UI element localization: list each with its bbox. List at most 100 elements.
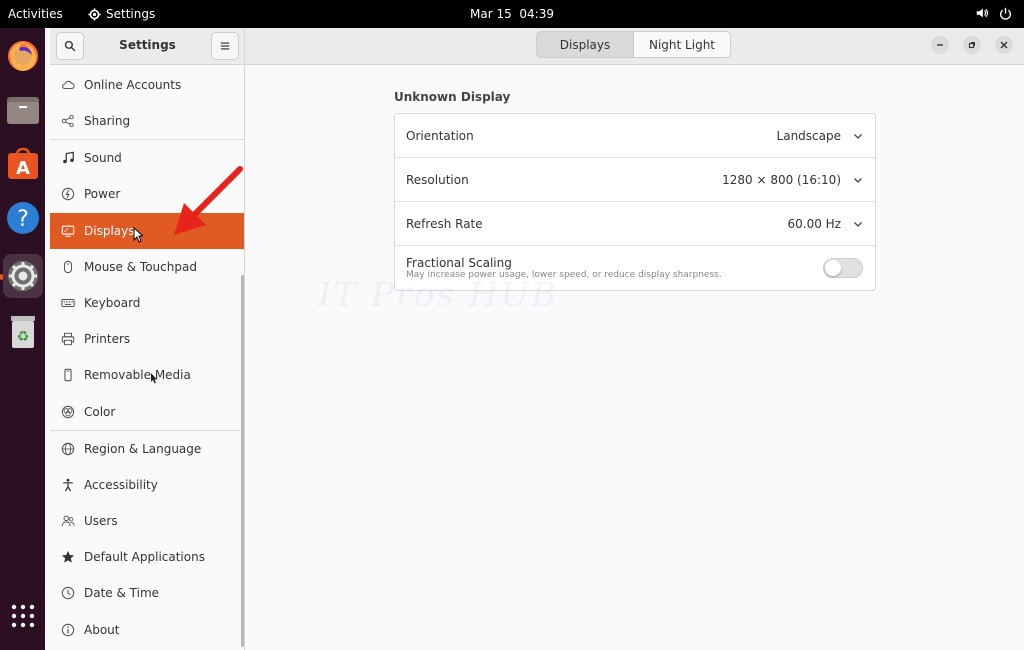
app-center-icon: A <box>8 147 38 179</box>
music-note-icon <box>60 150 76 166</box>
restore-icon <box>968 42 975 49</box>
display-icon <box>60 223 76 239</box>
volume-icon[interactable] <box>975 6 989 20</box>
accessibility-icon <box>60 477 76 493</box>
resolution-label: Resolution <box>406 173 469 187</box>
fractional-scaling-label: Fractional Scaling <box>406 256 512 270</box>
tab-night-light[interactable]: Night Light <box>634 31 731 58</box>
settings-icon <box>8 261 38 291</box>
sidebar-item-label: Users <box>84 514 118 528</box>
sidebar-scrollbar[interactable] <box>241 275 244 647</box>
hamburger-menu-icon <box>220 42 230 50</box>
displays-panel: Unknown Display Orientation Landscape Re… <box>245 65 1024 650</box>
system-tray[interactable] <box>975 6 1012 20</box>
sidebar-item-about[interactable]: About <box>50 612 244 648</box>
settings-sidebar: Online Accounts Sharing Sound Power Disp… <box>50 65 245 650</box>
sidebar-item-region-language[interactable]: Region & Language <box>50 431 244 467</box>
svg-text:♻: ♻ <box>17 329 30 345</box>
dock-files[interactable] <box>3 88 43 132</box>
help-icon: ? <box>7 202 39 234</box>
display-name: Unknown Display <box>394 90 511 104</box>
orientation-row[interactable]: Orientation Landscape <box>395 114 875 158</box>
fractional-scaling-toggle[interactable] <box>823 258 863 278</box>
sidebar-item-keyboard[interactable]: Keyboard <box>50 285 244 321</box>
resolution-value: 1280 × 800 (16:10) <box>722 173 841 187</box>
sidebar-item-label: Online Accounts <box>84 78 182 92</box>
view-switcher: Displays Night Light <box>536 31 731 58</box>
sidebar-item-sharing[interactable]: Sharing <box>50 103 244 139</box>
sidebar-item-label: Accessibility <box>84 478 158 492</box>
dock-help[interactable]: ? <box>3 196 43 240</box>
toggle-knob <box>825 260 841 276</box>
watermark: IT Pros HUB <box>318 275 559 315</box>
sidebar-item-label: Region & Language <box>84 442 202 456</box>
printer-icon <box>60 331 76 347</box>
sidebar-item-label: Keyboard <box>84 296 141 310</box>
chevron-down-icon <box>854 134 862 139</box>
close-button[interactable] <box>995 36 1013 54</box>
sidebar-item-accessibility[interactable]: Accessibility <box>50 467 244 503</box>
mouse-cursor <box>133 227 143 243</box>
removable-media-icon <box>60 367 76 383</box>
globe-icon <box>60 441 76 457</box>
running-indicator <box>0 274 3 280</box>
app-menu[interactable]: Settings <box>88 7 155 21</box>
mouse-icon <box>60 259 76 275</box>
sidebar-item-removable-media[interactable]: Removable Media <box>50 357 244 393</box>
sidebar-item-online-accounts[interactable]: Online Accounts <box>50 67 244 103</box>
trash-icon: ♻ <box>11 316 35 348</box>
clock-icon <box>60 585 76 601</box>
dock-app-center[interactable]: A <box>3 142 43 186</box>
sidebar-item-label: Printers <box>84 332 131 346</box>
color-icon <box>60 404 76 420</box>
dock-settings[interactable] <box>3 254 43 298</box>
dock-show-apps[interactable] <box>3 594 43 638</box>
sidebar-item-label: Displays <box>84 224 135 238</box>
sidebar-item-label: About <box>84 623 120 637</box>
power-menu-icon[interactable] <box>999 7 1012 20</box>
sidebar-item-printers[interactable]: Printers <box>50 321 244 357</box>
activities-button[interactable]: Activities <box>8 7 63 21</box>
clock-date[interactable]: Mar 15 <box>470 7 512 21</box>
users-icon <box>60 513 76 529</box>
show-apps-icon <box>11 604 35 628</box>
sidebar-item-label: Power <box>84 187 121 201</box>
star-icon <box>60 549 76 565</box>
main-menu-button[interactable] <box>211 32 239 60</box>
share-icon <box>60 113 76 129</box>
refresh-rate-label: Refresh Rate <box>406 217 483 231</box>
sidebar-item-mouse-touchpad[interactable]: Mouse & Touchpad <box>50 249 244 285</box>
sidebar-item-default-applications[interactable]: Default Applications <box>50 539 244 575</box>
sidebar-item-label: Color <box>84 405 116 419</box>
sidebar-item-label: Mouse & Touchpad <box>84 260 197 274</box>
top-bar: Activities Settings Mar 15 04:39 <box>0 0 1024 28</box>
sidebar-item-users[interactable]: Users <box>50 503 244 539</box>
svg-text:?: ? <box>17 207 29 232</box>
sidebar-item-label: Sound <box>84 151 122 165</box>
refresh-rate-row[interactable]: Refresh Rate 60.00 Hz <box>395 202 875 246</box>
close-icon <box>1000 41 1008 49</box>
clock-time[interactable]: 04:39 <box>519 7 554 21</box>
tab-displays[interactable]: Displays <box>536 31 634 58</box>
dock-firefox[interactable] <box>3 34 43 78</box>
chevron-down-icon <box>854 222 862 227</box>
cloud-icon <box>60 77 76 93</box>
chevron-down-icon <box>854 178 862 183</box>
display-settings-card: Orientation Landscape Resolution 1280 × … <box>394 113 876 291</box>
files-icon <box>7 97 39 124</box>
sidebar-item-label: Date & Time <box>84 586 160 600</box>
keyboard-icon <box>60 295 76 311</box>
sidebar-item-label: Removable Media <box>84 368 191 382</box>
sidebar-header: Settings <box>50 28 245 65</box>
sidebar-item-color[interactable]: Color <box>50 394 244 430</box>
main-header: Displays Night Light <box>245 28 1024 65</box>
minimize-button[interactable] <box>931 36 949 54</box>
dock: A ? ♻ <box>0 28 45 650</box>
restore-button[interactable] <box>963 36 981 54</box>
resolution-row[interactable]: Resolution 1280 × 800 (16:10) <box>395 158 875 202</box>
dock-trash[interactable]: ♻ <box>3 310 43 354</box>
text-cursor <box>151 373 157 384</box>
sidebar-item-date-time[interactable]: Date & Time <box>50 575 244 611</box>
sidebar-item-label: Default Applications <box>84 550 205 564</box>
app-name: Settings <box>106 7 156 21</box>
